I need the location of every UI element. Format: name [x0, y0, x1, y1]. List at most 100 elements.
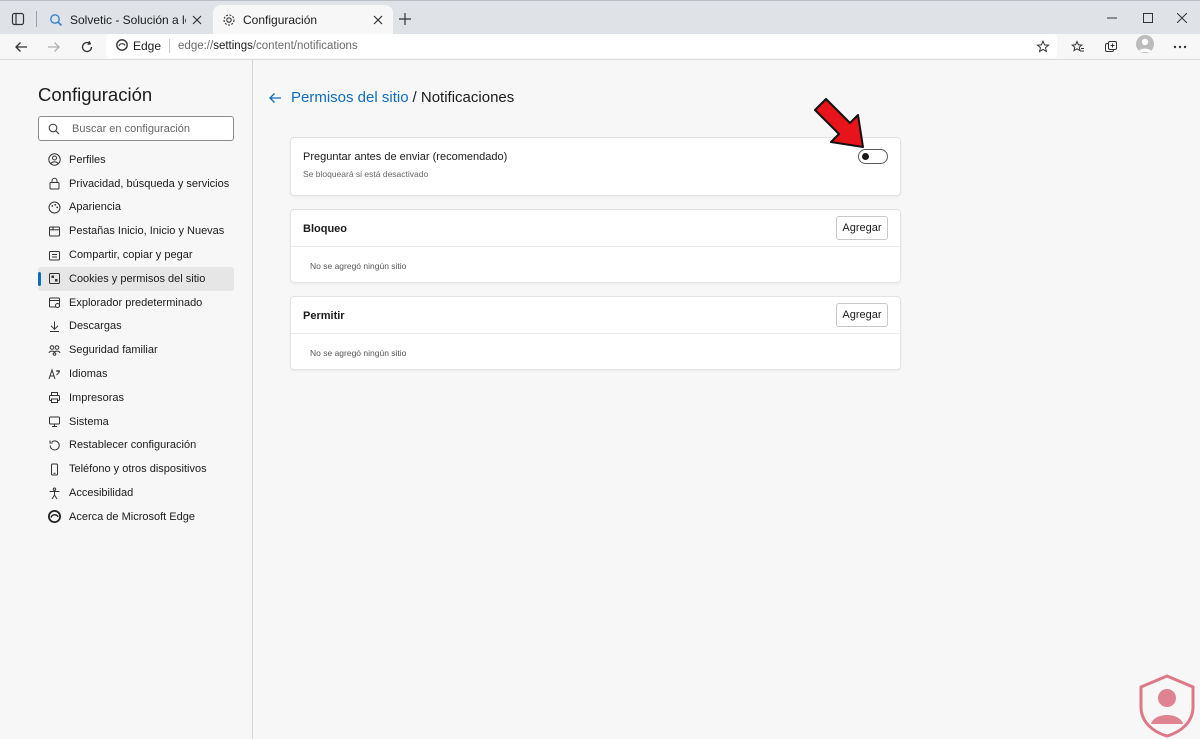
close-icon[interactable]	[371, 13, 385, 27]
tab-actions-icon[interactable]	[8, 9, 28, 29]
edge-chip-label: Edge	[133, 39, 162, 53]
sidebar-item-telefono[interactable]: Teléfono y otros dispositivos	[38, 457, 234, 481]
allow-card-header: Permitir Agregar	[291, 297, 900, 334]
sidebar-item-label: Privacidad, búsqueda y servicios	[69, 177, 230, 190]
lock-icon	[47, 177, 61, 191]
sidebar-item-label: Perfiles	[69, 153, 106, 166]
tab-divider	[36, 11, 37, 27]
toggle-knob	[862, 153, 869, 160]
tab-configuracion[interactable]: Configuración	[213, 5, 393, 35]
tab-solvetic[interactable]: Solvetic - Solución a los problemas info…	[40, 5, 212, 35]
search-favicon-icon	[48, 12, 64, 28]
breadcrumb-link-permisos[interactable]: Permisos del sitio	[291, 89, 409, 106]
minimize-icon[interactable]	[1092, 1, 1132, 35]
address-bar[interactable]: Edge edge://settings/content/notificatio…	[106, 34, 1057, 58]
sidebar-item-sistema[interactable]: Sistema	[38, 410, 234, 434]
back-icon[interactable]	[10, 36, 32, 58]
sidebar-item-label: Pestañas Inicio, Inicio y Nuevas	[69, 225, 225, 238]
sidebar-item-acerca[interactable]: Acerca de Microsoft Edge	[38, 505, 234, 529]
page-title: / Notificaciones	[412, 89, 515, 106]
back-arrow-icon[interactable]	[267, 90, 283, 106]
allow-card-title: Permitir	[303, 310, 345, 322]
profile-avatar-icon[interactable]	[1136, 35, 1154, 53]
navigation-bar: Edge edge://settings/content/notificatio…	[0, 34, 1200, 59]
download-icon	[47, 319, 61, 333]
phone-icon	[47, 462, 61, 476]
sidebar-item-cookies[interactable]: Cookies y permisos del sitio	[38, 266, 234, 291]
family-icon	[47, 343, 61, 357]
collections-icon[interactable]	[1100, 36, 1122, 58]
sidebar-item-privacidad[interactable]: Privacidad, búsqueda y servicios	[38, 172, 234, 196]
sidebar-item-explorador[interactable]: Explorador predeterminado	[38, 291, 234, 315]
url-text: edge://settings/content/notifications	[178, 40, 358, 52]
forward-icon[interactable]	[43, 36, 65, 58]
system-icon	[47, 415, 61, 429]
gear-icon	[221, 12, 237, 28]
url-path: /content/notifications	[252, 40, 358, 52]
tab-label: Configuración	[243, 13, 318, 27]
sidebar-item-perfiles[interactable]: Perfiles	[38, 148, 234, 172]
accessibility-icon	[47, 486, 61, 500]
ask-before-send-subtitle: Se bloqueará si está desactivado	[303, 169, 429, 179]
favorites-icon[interactable]	[1067, 36, 1089, 58]
sidebar-item-label: Explorador predeterminado	[69, 296, 203, 309]
appearance-icon	[47, 200, 61, 214]
sidebar-item-label: Apariencia	[69, 201, 121, 214]
profile-icon	[47, 153, 61, 167]
red-arrow-annotation-icon	[814, 98, 864, 148]
sidebar-item-familiar[interactable]: Seguridad familiar	[38, 338, 234, 362]
allow-add-button[interactable]: Agregar	[836, 303, 888, 327]
block-add-button[interactable]: Agregar	[836, 216, 888, 240]
share-icon	[47, 248, 61, 262]
language-icon	[47, 367, 61, 381]
sidebar-title: Configuración	[38, 84, 153, 105]
sidebar-item-impresoras[interactable]: Impresoras	[38, 386, 234, 410]
window-close-icon[interactable]	[1162, 1, 1200, 35]
solvetic-watermark-logo-icon	[1139, 674, 1195, 738]
edge-logo-icon	[116, 38, 128, 54]
search-input[interactable]	[72, 122, 222, 135]
edge-chip: Edge	[116, 38, 171, 54]
sidebar-item-restablecer[interactable]: Restablecer configuración	[38, 434, 234, 458]
sidebar-item-descargas[interactable]: Descargas	[38, 315, 234, 339]
browser-icon	[47, 296, 61, 310]
sidebar-item-apariencia[interactable]: Apariencia	[38, 196, 234, 220]
sidebar-item-compartir[interactable]: Compartir, copiar y pegar	[38, 243, 234, 267]
sidebar-item-label: Restablecer configuración	[69, 439, 197, 452]
search-icon	[47, 122, 61, 136]
sidebar-item-idiomas[interactable]: Idiomas	[38, 362, 234, 386]
sidebar-item-label: Teléfono y otros dispositivos	[69, 463, 207, 476]
edge-logo-icon	[47, 510, 61, 524]
printer-icon	[47, 391, 61, 405]
new-tab-icon[interactable]	[396, 10, 414, 28]
sidebar-item-label: Compartir, copiar y pegar	[69, 249, 193, 262]
block-empty-text: No se agregó ningún sitio	[310, 261, 407, 271]
more-options-icon[interactable]	[1169, 36, 1191, 58]
sidebar-item-label: Impresoras	[69, 391, 125, 404]
allow-card: Permitir Agregar No se agregó ningún sit…	[290, 296, 901, 370]
page-breadcrumb: Permisos del sitio / Notificaciones	[267, 89, 514, 106]
close-icon[interactable]	[190, 13, 204, 27]
sidebar-item-label: Sistema	[69, 415, 109, 428]
sidebar-nav: Perfiles Privacidad, búsqueda y servicio…	[38, 148, 234, 529]
sidebar-item-label: Accesibilidad	[69, 487, 134, 500]
cookies-icon	[47, 272, 61, 286]
refresh-icon[interactable]	[76, 36, 98, 58]
block-card: Bloqueo Agregar No se agregó ningún siti…	[290, 209, 901, 283]
sidebar-item-label: Descargas	[69, 320, 122, 333]
block-card-header: Bloqueo Agregar	[291, 210, 900, 247]
sidebar-item-accesibilidad[interactable]: Accesibilidad	[38, 481, 234, 505]
url-host: settings	[213, 40, 253, 52]
sidebar-item-label: Acerca de Microsoft Edge	[69, 510, 195, 523]
url-prefix: edge://	[178, 40, 214, 52]
allow-empty-text: No se agregó ningún sitio	[310, 348, 407, 358]
favorite-star-icon[interactable]	[1032, 36, 1054, 58]
ask-before-send-card: Preguntar antes de enviar (recomendado) …	[290, 137, 901, 196]
sidebar-item-pestanas[interactable]: Pestañas Inicio, Inicio y Nuevas	[38, 219, 234, 243]
ask-before-send-title: Preguntar antes de enviar (recomendado)	[303, 151, 508, 163]
reset-icon	[47, 438, 61, 452]
tab-label: Solvetic - Solución a los problemas info…	[70, 13, 186, 27]
tabs-icon	[47, 224, 61, 238]
settings-search[interactable]	[38, 116, 234, 141]
sidebar-item-label: Cookies y permisos del sitio	[69, 272, 206, 285]
